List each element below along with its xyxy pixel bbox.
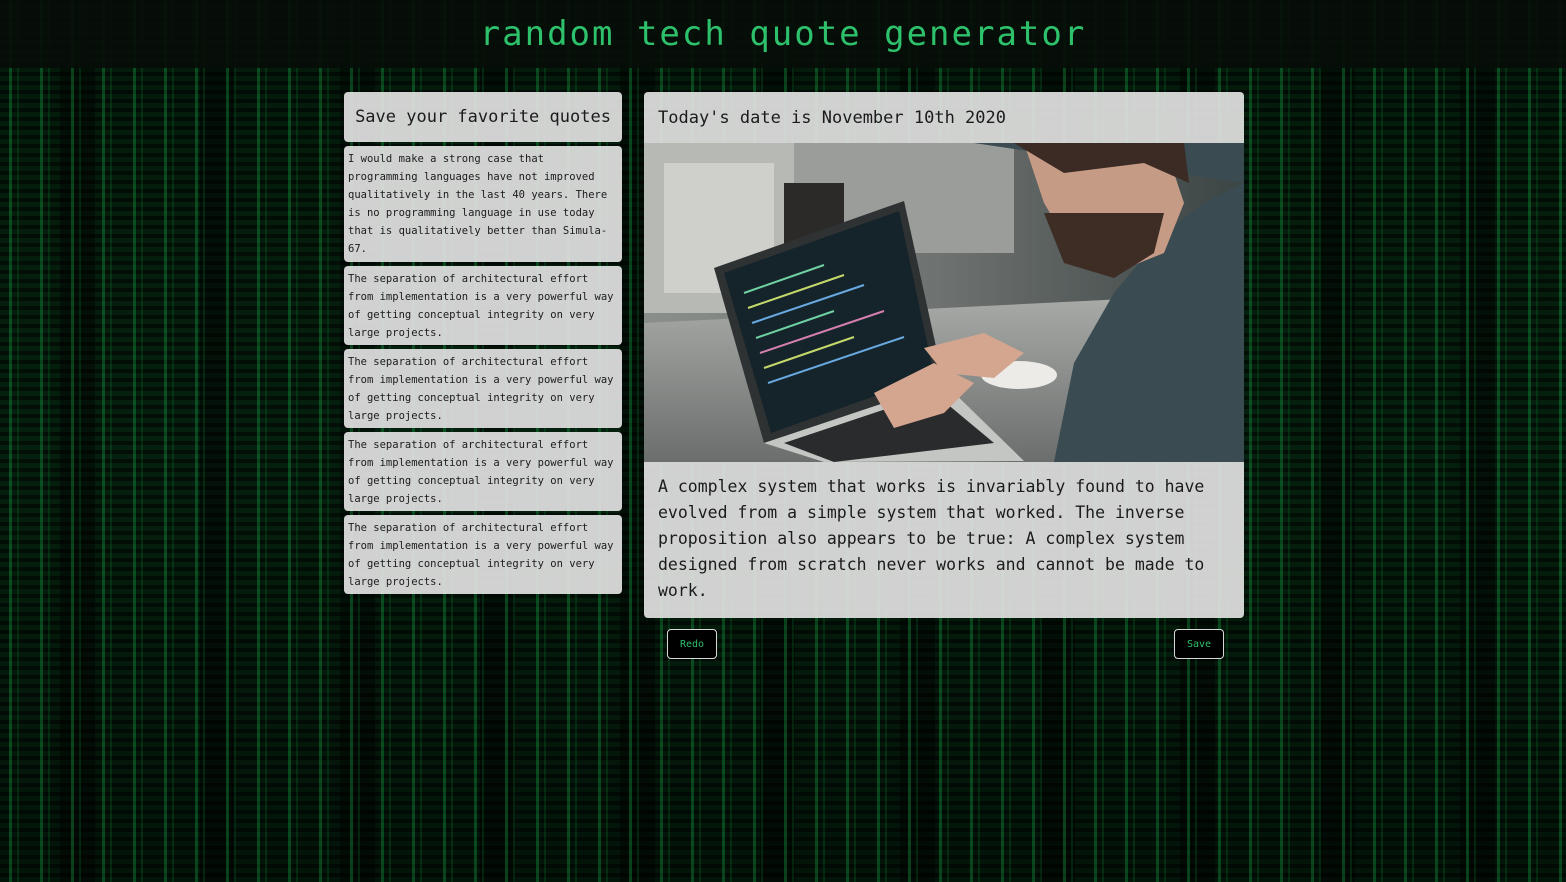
developer-laptop-image: [644, 143, 1244, 462]
app-title: random tech quote generator: [479, 14, 1087, 54]
redo-button[interactable]: Redo: [667, 629, 718, 659]
saved-quote-item[interactable]: The separation of architectural effort f…: [344, 432, 622, 511]
saved-quote-item[interactable]: The separation of architectural effort f…: [344, 266, 622, 345]
saved-quote-item[interactable]: The separation of architectural effort f…: [344, 349, 622, 428]
saved-quotes-sidebar: Save your favorite quotes I would make a…: [344, 92, 622, 598]
save-button[interactable]: Save: [1174, 629, 1225, 659]
quote-card: Today's date is November 10th 2020 A com…: [644, 92, 1244, 618]
date-display: Today's date is November 10th 2020: [658, 107, 1006, 128]
saved-quotes-header: Save your favorite quotes: [344, 92, 622, 142]
saved-quote-item[interactable]: The separation of architectural effort f…: [344, 515, 622, 594]
quote-panel: Today's date is November 10th 2020 A com…: [644, 92, 1244, 618]
quote-text: A complex system that works is invariabl…: [658, 477, 1205, 600]
saved-quote-item[interactable]: I would make a strong case that programm…: [344, 146, 622, 262]
app-header: random tech quote generator: [0, 0, 1566, 68]
